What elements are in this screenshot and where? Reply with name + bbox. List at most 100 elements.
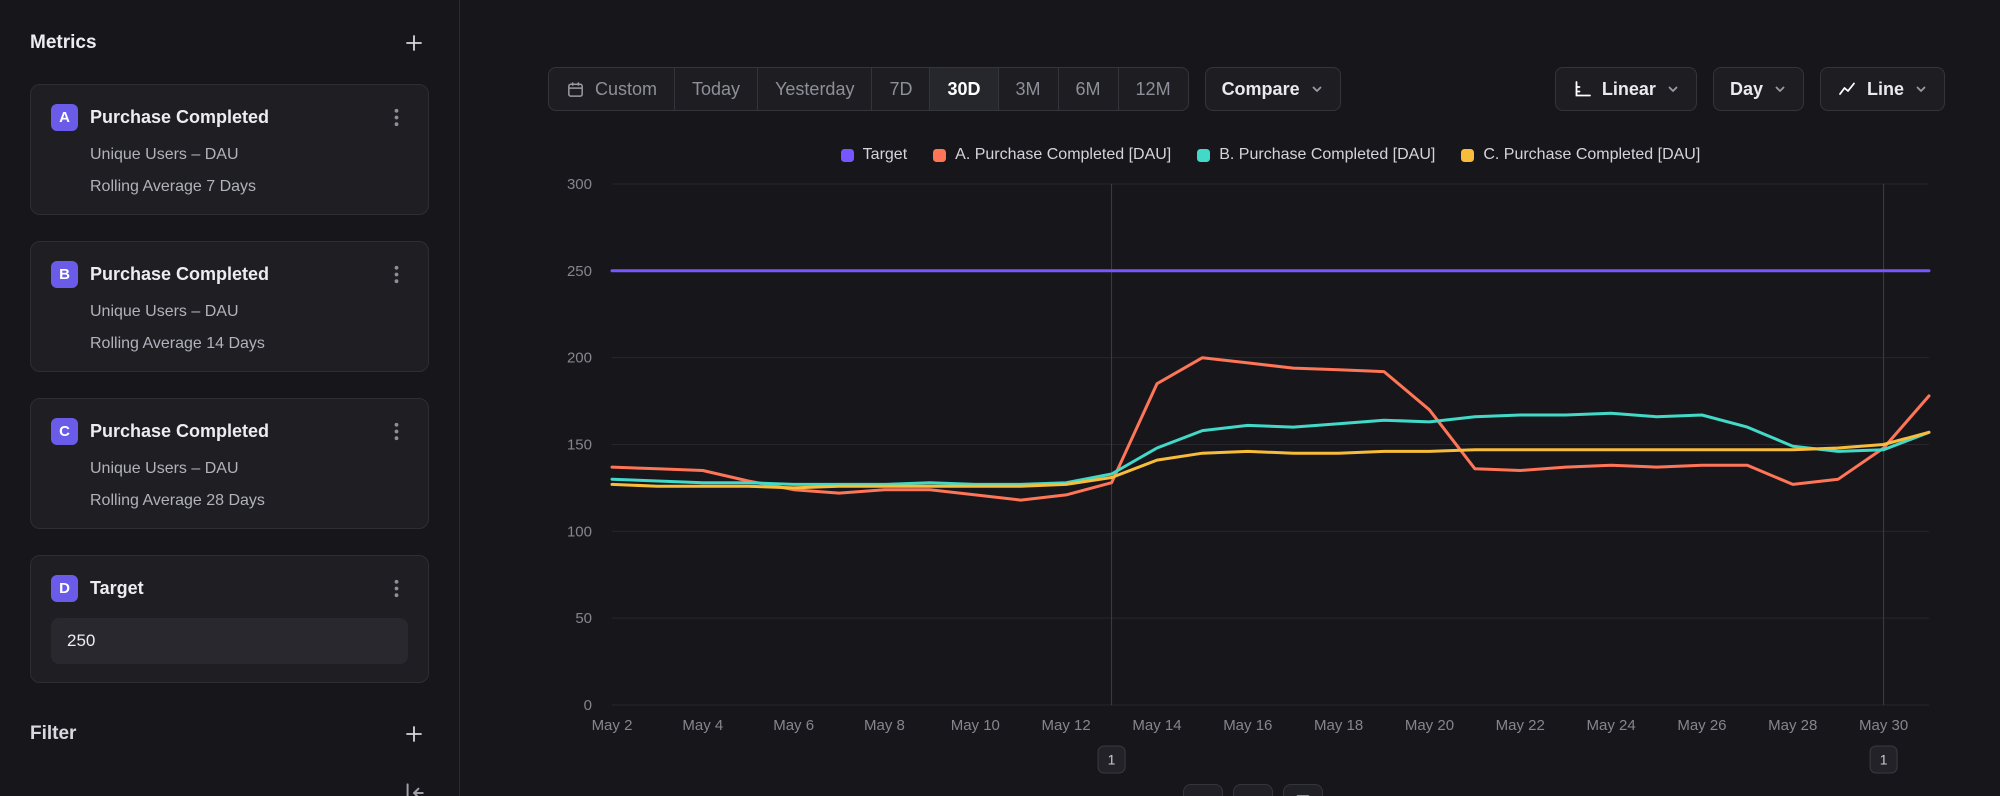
x-tick-label: May 4 [682, 717, 723, 734]
kebab-menu-icon [394, 422, 399, 441]
chart-view-toggles [1183, 784, 1323, 796]
compare-label: Compare [1222, 79, 1300, 100]
calendar-icon [566, 80, 585, 99]
metric-card-b[interactable]: BPurchase CompletedUnique Users – DAURol… [30, 241, 429, 372]
y-tick-label: 250 [567, 263, 592, 280]
series-line-1 [612, 358, 1929, 500]
chevron-down-icon [1914, 82, 1928, 96]
kebab-menu-icon [394, 265, 399, 284]
target-card-title: Target [90, 578, 372, 599]
chevron-down-icon [1773, 82, 1787, 96]
compare-button[interactable]: Compare [1205, 67, 1341, 111]
table-view-toggle-button[interactable] [1283, 784, 1323, 796]
metric-letter-badge: A [51, 104, 78, 131]
date-range-today[interactable]: Today [674, 68, 757, 110]
date-range-label: 3M [1016, 79, 1041, 100]
chevron-down-icon [1310, 82, 1324, 96]
metric-measurement: Unique Users – DAU [90, 303, 408, 321]
series-line-3 [612, 432, 1929, 488]
line-view-toggle-button[interactable] [1183, 784, 1223, 796]
metric-card-header: A Purchase Completed [51, 103, 408, 131]
scale-select-button[interactable]: Linear [1555, 67, 1697, 111]
metric-title: Purchase Completed [90, 421, 372, 442]
chevron-down-icon [1666, 82, 1680, 96]
line-chart-icon [1837, 79, 1857, 99]
x-tick-label: May 2 [592, 717, 633, 734]
metric-options-button[interactable] [384, 261, 408, 287]
add-filter-button[interactable] [399, 719, 429, 749]
y-tick-label: 200 [567, 350, 592, 367]
metric-letter-badge: B [51, 261, 78, 288]
annotation-badge-label: 1 [1108, 752, 1116, 768]
metric-options-button[interactable] [384, 418, 408, 444]
metrics-title: Metrics [30, 32, 97, 54]
sidebar-header: Metrics [30, 28, 429, 58]
target-card-header: D Target [51, 574, 408, 602]
metric-title: Purchase Completed [90, 264, 372, 285]
date-range-segmented-control: Custom Today Yesterday 7D 30D 3M 6M 12M [548, 67, 1189, 111]
x-tick-label: May 26 [1677, 717, 1726, 734]
date-range-label: Yesterday [775, 79, 854, 100]
x-tick-label: May 14 [1132, 717, 1181, 734]
metric-measurement: Unique Users – DAU [90, 146, 408, 164]
report-toolbar: Custom Today Yesterday 7D 30D 3M 6M 12M Compare… [548, 66, 1945, 112]
date-range-custom[interactable]: Custom [549, 68, 674, 110]
x-tick-label: May 10 [951, 717, 1000, 734]
date-range-12m[interactable]: 12M [1118, 68, 1188, 110]
x-tick-label: May 6 [773, 717, 814, 734]
filter-section-header: Filter [30, 719, 429, 749]
date-range-yesterday[interactable]: Yesterday [757, 68, 871, 110]
x-tick-label: May 16 [1223, 717, 1272, 734]
metric-card-header: B Purchase Completed [51, 260, 408, 288]
metric-rolling-average: Rolling Average 7 Days [90, 178, 408, 196]
metric-card-list: A Purchase Completed Unique Users – DAU Rol… [30, 84, 429, 529]
annotation-badge-label: 1 [1880, 752, 1888, 768]
date-range-3m[interactable]: 3M [998, 68, 1058, 110]
target-card[interactable]: D Target [30, 555, 429, 683]
metric-title: Purchase Completed [90, 107, 372, 128]
date-range-label: 6M [1076, 79, 1101, 100]
collapse-sidebar-button[interactable] [398, 780, 428, 796]
plus-icon [403, 32, 425, 54]
x-tick-label: May 30 [1859, 717, 1908, 734]
toolbar-right-group: Linear Day Line [1555, 67, 1945, 111]
chart-type-select-button[interactable]: Line [1820, 67, 1945, 111]
metric-measurement: Unique Users – DAU [90, 460, 408, 478]
date-range-label: 7D [889, 79, 912, 100]
plus-icon [403, 723, 425, 745]
x-tick-label: May 20 [1405, 717, 1454, 734]
granularity-select-button[interactable]: Day [1713, 67, 1804, 111]
date-range-label: Custom [595, 79, 657, 100]
x-tick-label: May 28 [1768, 717, 1817, 734]
x-tick-label: May 8 [864, 717, 905, 734]
linear-axis-icon [1572, 79, 1592, 99]
target-options-button[interactable] [384, 575, 408, 601]
toolbar-left-group: Custom Today Yesterday 7D 30D 3M 6M 12M Compare [548, 67, 1341, 111]
analytics-app: Metrics A Purchase Completed Unique Users … [0, 0, 2000, 796]
date-range-6m[interactable]: 6M [1058, 68, 1118, 110]
y-tick-label: 100 [567, 523, 592, 540]
add-metric-button[interactable] [399, 28, 429, 58]
metric-options-button[interactable] [384, 104, 408, 130]
date-range-30d[interactable]: 30D [929, 68, 997, 110]
date-range-label: Today [692, 79, 740, 100]
kebab-menu-icon [394, 108, 399, 127]
y-tick-label: 0 [584, 697, 592, 714]
metric-card-a[interactable]: A Purchase Completed Unique Users – DAU Rol… [30, 84, 429, 215]
target-value-input[interactable] [51, 618, 408, 664]
chart-canvas[interactable]: 0 50 100 150 200 250 300 May 2 May 4 May 6 May 8 Ma… [460, 130, 2000, 796]
y-tick-label: 50 [575, 610, 592, 627]
y-tick-label: 300 [567, 176, 592, 193]
x-tick-label: May 12 [1042, 717, 1091, 734]
metric-rolling-average: Rolling Average 28 Days [90, 492, 408, 510]
collapse-sidebar-icon [400, 780, 426, 796]
granularity-label: Day [1730, 79, 1763, 100]
metric-card-header: CPurchase Completed [51, 417, 408, 445]
metrics-sidebar: Metrics A Purchase Completed Unique Users … [0, 0, 460, 796]
metric-card-c[interactable]: CPurchase Completed Unique Users – DAU Rol… [30, 398, 429, 529]
date-range-7d[interactable]: 7D [871, 68, 929, 110]
kebab-menu-icon [394, 579, 399, 598]
y-tick-label: 150 [567, 437, 592, 454]
bar-view-toggle-button[interactable] [1233, 784, 1273, 796]
filter-title: Filter [30, 723, 76, 745]
